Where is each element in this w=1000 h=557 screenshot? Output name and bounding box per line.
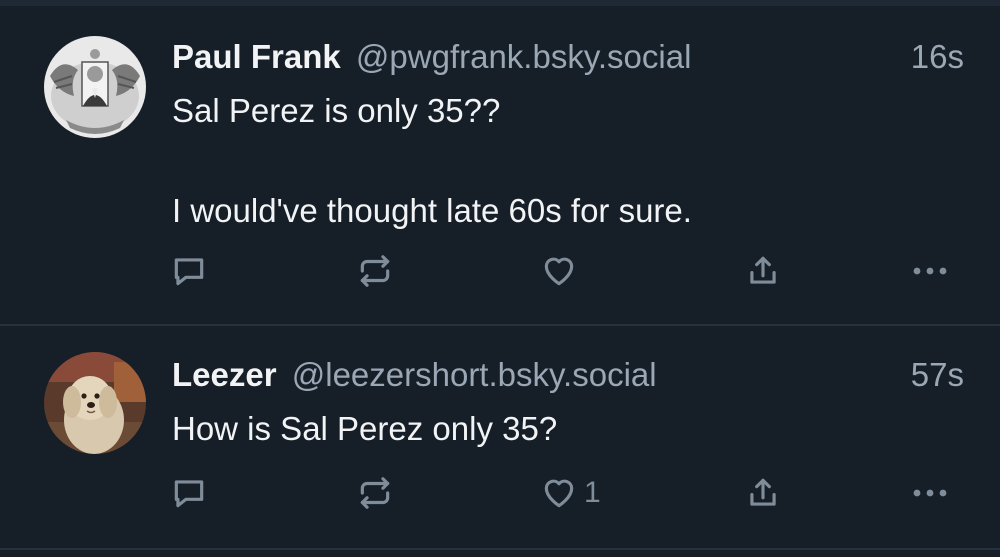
reply-icon [174,480,204,508]
heart-icon [544,257,574,286]
more-button[interactable] [910,246,950,296]
author-name[interactable]: Paul Frank [172,38,341,75]
timestamp[interactable]: 16s [911,34,964,80]
repost-icon [360,477,390,509]
repost-icon [360,255,390,287]
share-icon [750,256,776,284]
reply-icon [174,258,204,286]
post-body: Paul Frank @pwgfrank.bsky.social 16s Sal… [172,34,964,236]
author-handle[interactable]: @pwgfrank.bsky.social [356,38,692,75]
post[interactable]: Leezer @leezershort.bsky.social 57s How … [0,326,1000,548]
more-button[interactable] [910,468,950,518]
timestamp[interactable]: 57s [911,352,964,398]
repost-button[interactable] [356,468,394,518]
author-name[interactable]: Leezer [172,356,277,393]
avatar-image [44,352,146,454]
like-button[interactable]: 1 [540,468,601,518]
action-bar: 1 [0,468,1000,518]
avatar[interactable] [44,352,146,454]
post-meta: Paul Frank @pwgfrank.bsky.social 16s [172,34,964,80]
reply-button[interactable] [170,246,208,296]
more-icon [913,489,947,497]
share-button[interactable] [744,246,782,296]
share-icon [750,478,776,506]
author-handle[interactable]: @leezershort.bsky.social [292,356,657,393]
like-button[interactable] [540,246,584,296]
share-button[interactable] [744,468,782,518]
post-divider [0,548,1000,550]
avatar-image [44,36,146,138]
heart-icon [544,479,574,508]
post-meta: Leezer @leezershort.bsky.social 57s [172,352,964,398]
action-bar [0,246,1000,296]
post-body: Leezer @leezershort.bsky.social 57s How … [172,352,964,454]
post-text: Sal Perez is only 35?? I would've though… [172,92,692,229]
avatar[interactable] [44,36,146,138]
post[interactable]: Paul Frank @pwgfrank.bsky.social 16s Sal… [0,6,1000,324]
like-count: 1 [584,476,601,509]
post-text: How is Sal Perez only 35? [172,410,558,447]
more-icon [913,267,947,275]
repost-button[interactable] [356,246,394,296]
reply-button[interactable] [170,468,208,518]
